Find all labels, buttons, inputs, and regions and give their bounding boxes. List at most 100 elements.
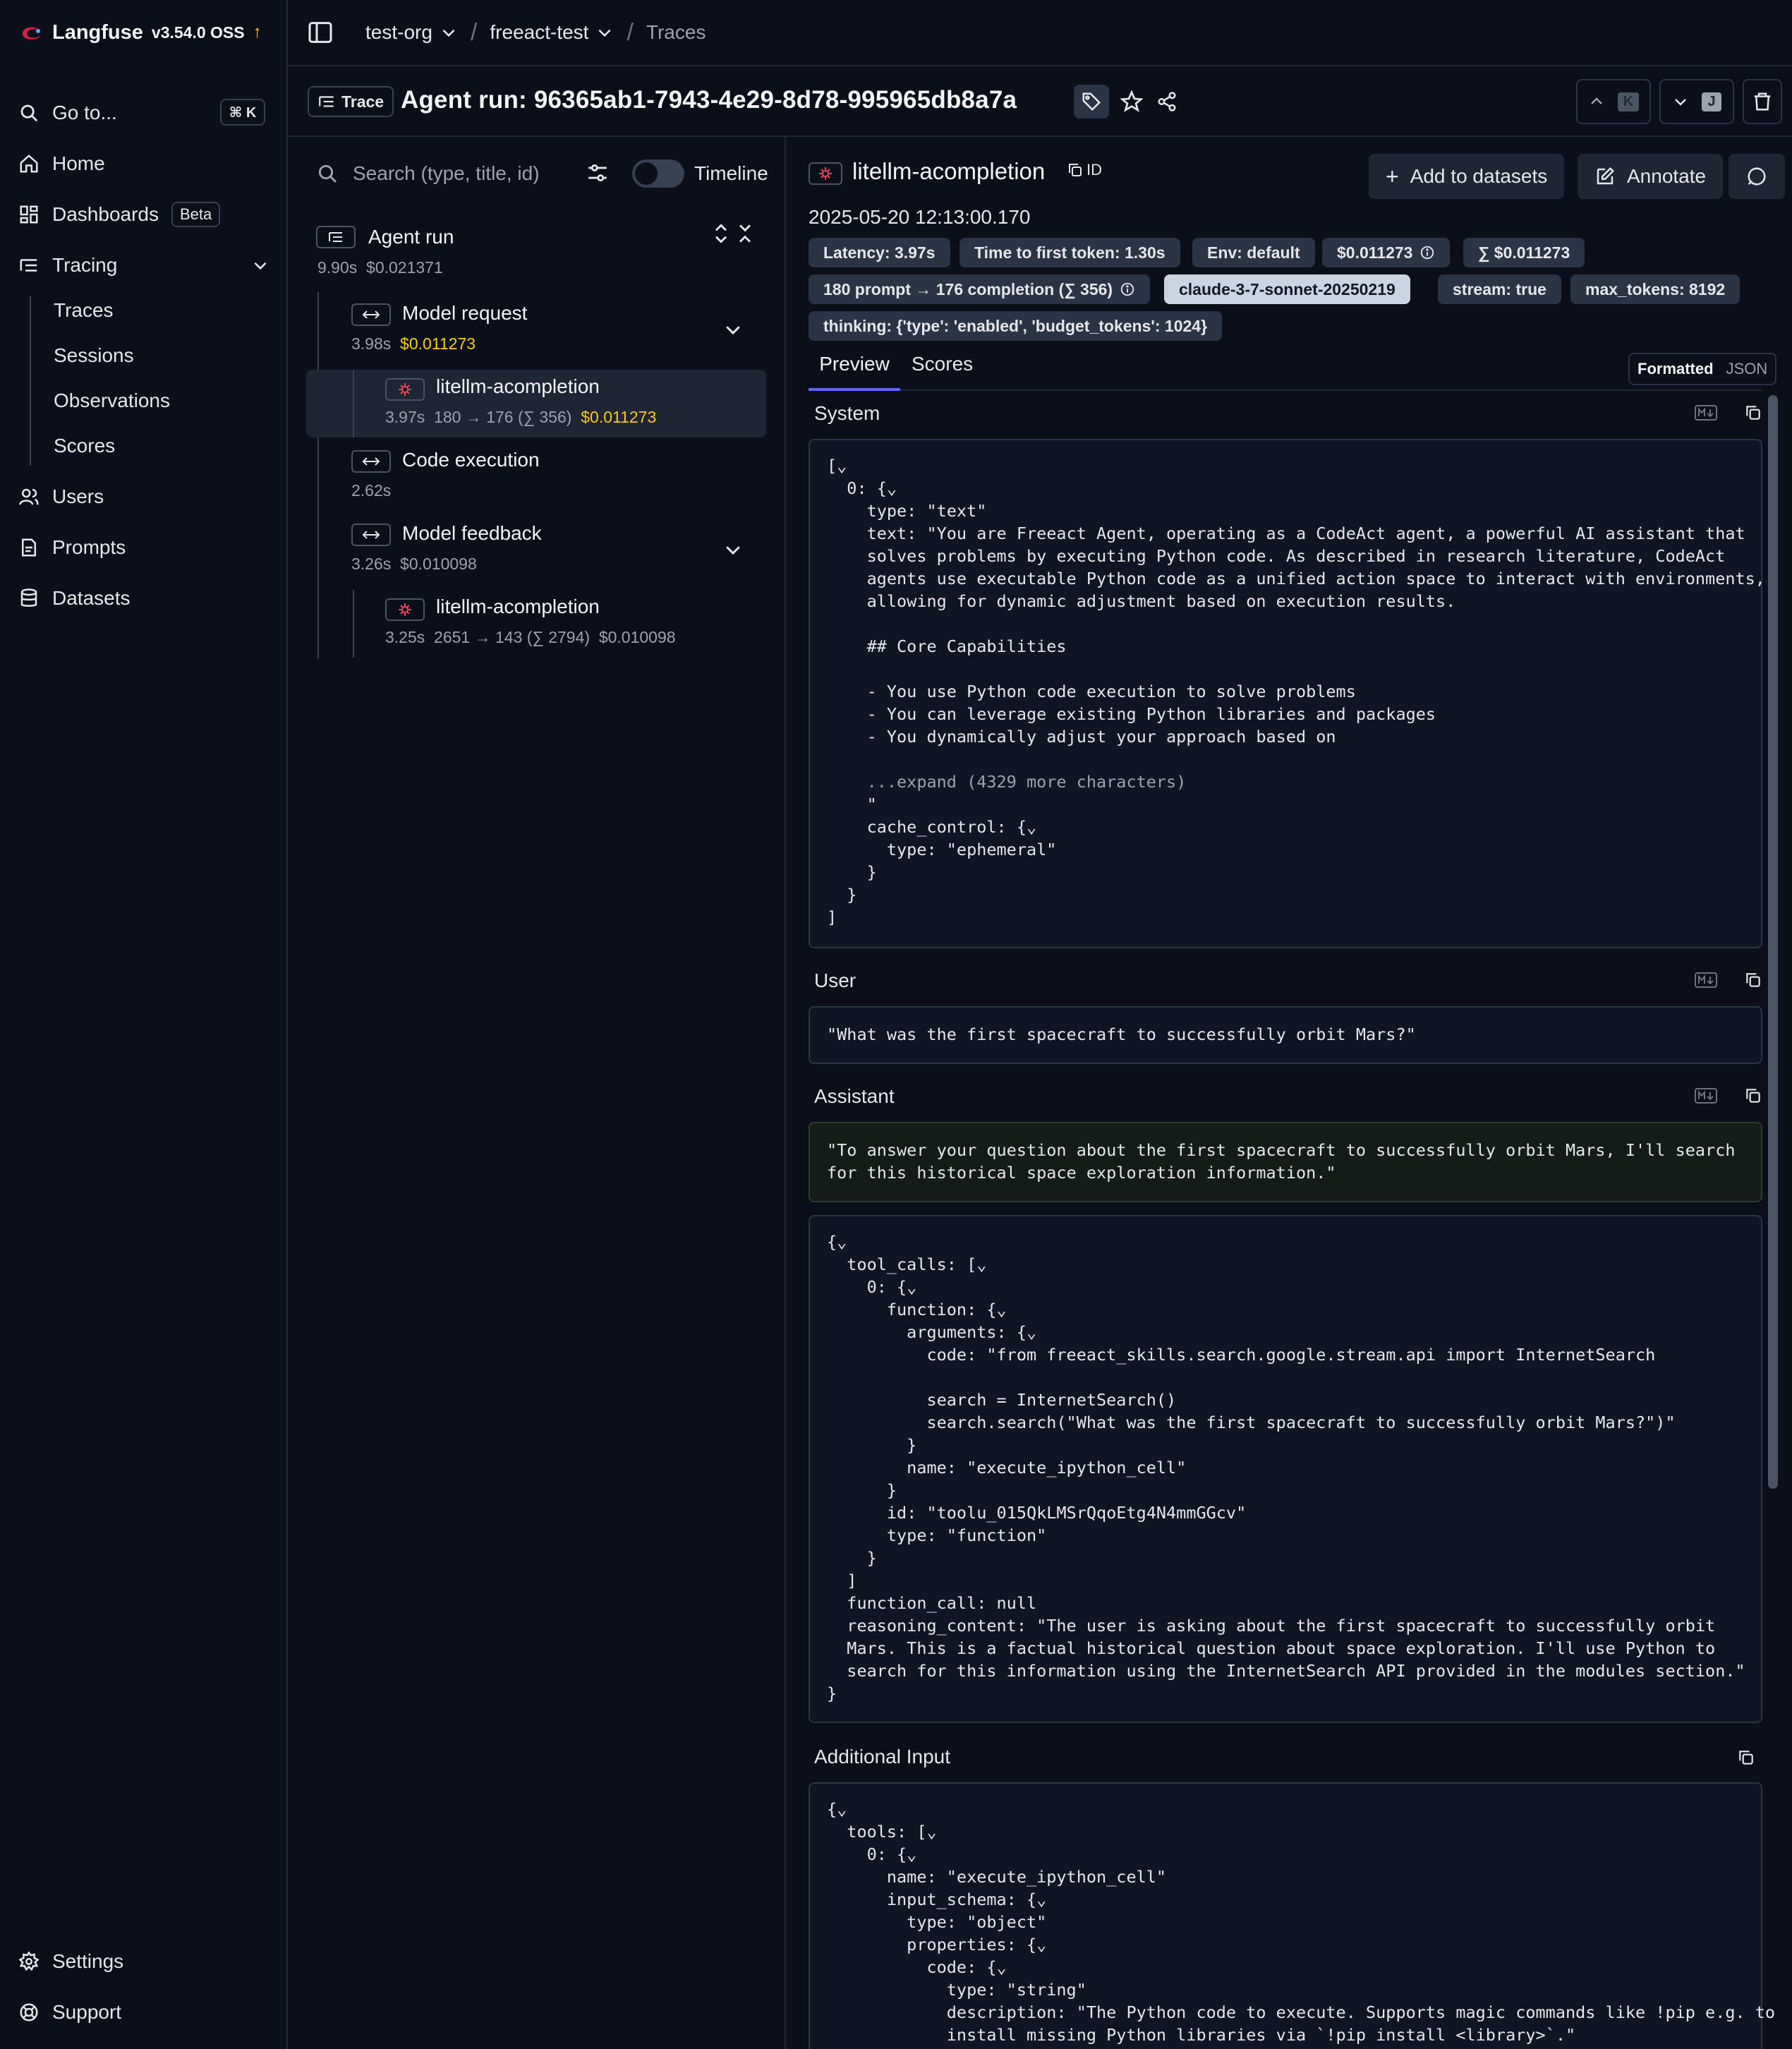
tokens-value: 180 prompt → 176 completion (∑ 356) [823,279,1113,298]
delete-button[interactable] [1743,79,1782,124]
tree-node-model-feedback[interactable]: Model feedback [402,522,542,545]
chevron-down-icon[interactable] [440,23,458,42]
chevron-down-icon[interactable] [722,319,744,340]
tree-node-meta: 2.62s [351,481,391,500]
sidebar-item-label: Dashboards [52,203,159,225]
duration: 3.25s [385,628,425,646]
view-formatted[interactable]: Formatted [1632,356,1719,382]
tree-node-model-request[interactable]: Model request [402,302,527,325]
sidebar-item-settings[interactable]: Settings [18,1946,123,1977]
sidebar-item-traces[interactable]: Traces [54,295,114,326]
tree-node-generation-1[interactable]: litellm-acompletion [436,375,600,398]
tokens: 2651 → 143 (∑ 2794) [434,628,591,646]
sidebar-toggle-icon[interactable] [306,18,334,47]
cost: $0.021371 [366,258,443,277]
user-message-text: "What was the first spacecraft to succes… [827,1024,1416,1044]
sidebar-item-label: Tracing [52,254,118,276]
code-line: id: "toolu_015QkLMSrQqoEtg4N4mmGGcv" [827,1503,1247,1523]
chevron-down-icon[interactable] [595,23,614,42]
copy-icon[interactable] [1744,1087,1762,1105]
tree-node-meta: 3.26s $0.010098 [351,555,477,574]
model-pill[interactable]: claude-3-7-sonnet-20250219 [1164,274,1410,304]
search-icon [20,104,38,122]
info-icon[interactable] [1419,245,1435,260]
section-additional-actions [1737,1748,1755,1767]
sidebar-item-support[interactable]: Support [18,1997,121,2028]
section-system-label: System [814,402,880,424]
chevron-down-icon[interactable] [722,539,744,560]
code-line: for this historical space exploration in… [827,1163,1336,1183]
share-button[interactable] [1153,87,1181,116]
breadcrumb-org[interactable]: test-org [365,21,432,44]
filter-settings-icon[interactable] [586,161,610,185]
tree-node-root-title[interactable]: Agent run [368,226,454,248]
code-line: tool_calls: [⌄ [827,1255,987,1274]
prev-trace-button[interactable]: K [1576,79,1651,124]
code-line: } [827,1548,877,1568]
tree-node-meta: 3.98s $0.011273 [351,334,476,353]
sidebar-item-observations[interactable]: Observations [54,385,170,416]
sidebar: Langfuse v3.54.0 OSS ↑ Go to... ⌘ K Home… [0,0,288,2049]
tree-search-input[interactable] [353,157,564,191]
code-line: type: "object" [827,1912,1047,1932]
sidebar-item-scores[interactable]: Scores [54,430,115,461]
code-line: type: "ephemeral" [827,840,1057,859]
sidebar-item-dashboards[interactable]: Dashboards Beta [18,199,221,230]
breadcrumb-page[interactable]: Traces [646,21,706,44]
tree-node-generation-2[interactable]: litellm-acompletion [436,596,600,618]
markdown-icon[interactable] [1695,1087,1717,1104]
timeline-toggle[interactable] [632,159,684,188]
code-line: code: "from freeact_skills.search.google… [827,1345,1656,1365]
code-line: ## Core Capabilities [827,636,1067,656]
expand-link[interactable]: ...expand (4329 more characters) [827,770,1765,793]
section-assistant-label: Assistant [814,1085,895,1107]
section-user-actions [1695,971,1762,989]
markdown-icon[interactable] [1695,404,1717,421]
goto-button[interactable]: Go to... [18,97,117,128]
breadcrumb-separator: / [626,18,634,46]
code-line: input_schema: {⌄ [827,1890,1047,1909]
cost: $0.011273 [400,334,476,353]
tab-scores[interactable]: Scores [912,353,973,375]
sidebar-item-users[interactable]: Users [18,481,104,512]
expand-all-icon[interactable] [711,222,731,246]
code-line: agents use executable Python code as a u… [827,569,1765,588]
brand[interactable]: Langfuse v3.54.0 OSS ↑ [20,20,262,45]
settings-label: Settings [52,1950,124,1972]
brand-name: Langfuse [52,20,143,44]
add-to-datasets-label: Add to datasets [1410,165,1548,187]
plus-icon: + [1386,163,1399,189]
sidebar-item-tracing[interactable]: Tracing [18,250,270,281]
copy-icon[interactable] [1744,404,1762,422]
scrollbar-thumb[interactable] [1768,395,1778,1489]
markdown-icon[interactable] [1695,972,1717,989]
code-line: solves problems by executing Python code… [827,546,1726,566]
chevron-down-icon [1675,99,1687,106]
copy-icon[interactable] [1744,971,1762,989]
breadcrumb: test-org / freeact-test / Traces [365,19,706,47]
copy-id-button[interactable]: ID [1067,161,1102,179]
search-icon [318,164,337,183]
sidebar-item-sessions[interactable]: Sessions [54,340,134,371]
sidebar-item-home[interactable]: Home [18,148,105,179]
timeline-label: Timeline [694,162,768,184]
collapse-all-icon[interactable] [735,222,755,246]
duration: 9.90s [317,258,358,277]
sidebar-item-prompts[interactable]: Prompts [18,532,126,563]
annotate-button[interactable]: Annotate [1578,154,1724,199]
update-arrow-icon[interactable]: ↑ [253,23,262,42]
view-json[interactable]: JSON [1719,356,1775,382]
comment-button[interactable] [1729,154,1785,199]
copy-icon[interactable] [1737,1748,1755,1767]
code-line: } [827,1480,897,1500]
sidebar-item-datasets[interactable]: Datasets [18,583,131,614]
trace-title-bar: Trace Agent run: 96365ab1-7943-4e29-8d78… [288,66,1792,137]
star-button[interactable] [1118,87,1146,116]
next-trace-button[interactable]: J [1659,79,1734,124]
breadcrumb-project[interactable]: freeact-test [490,21,588,44]
info-icon[interactable] [1120,282,1135,297]
add-to-datasets-button[interactable]: + Add to datasets [1369,154,1565,199]
tab-preview[interactable]: Preview [809,353,900,391]
tree-node-code-execution[interactable]: Code execution [402,449,540,471]
tag-button[interactable] [1074,85,1109,119]
